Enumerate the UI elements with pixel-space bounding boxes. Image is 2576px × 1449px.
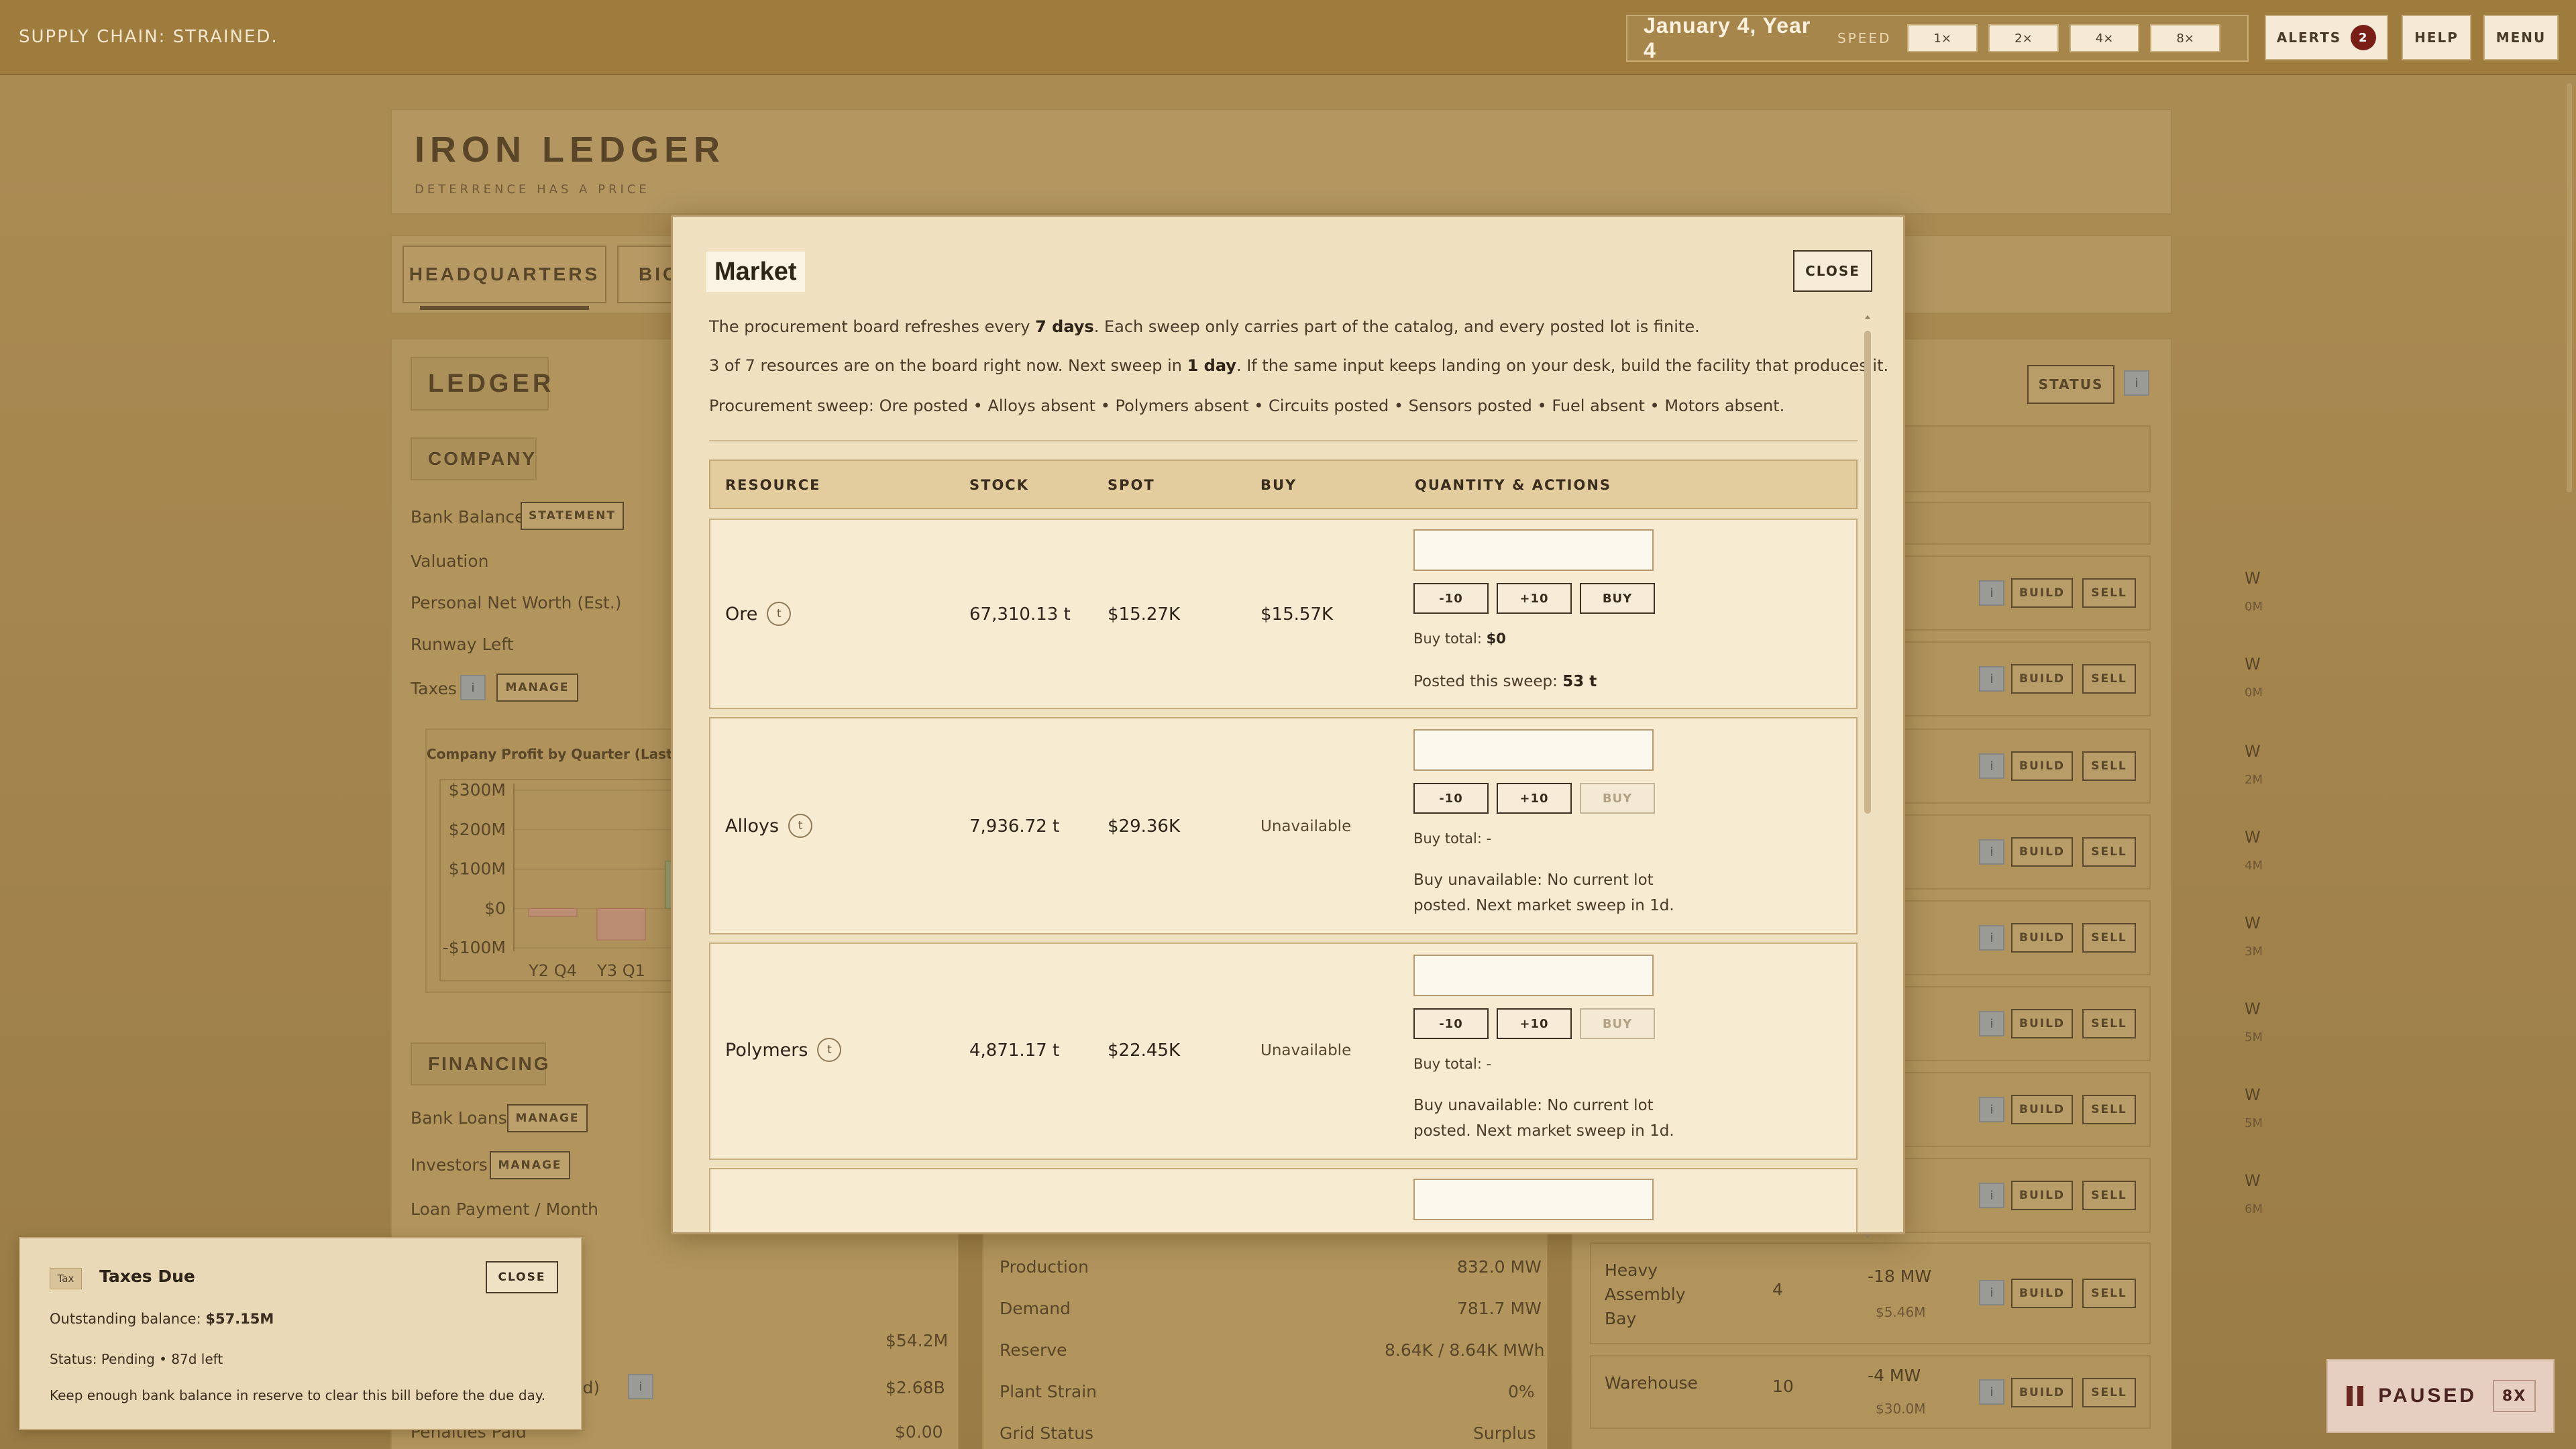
speed-label: SPEED bbox=[1837, 30, 1892, 46]
buy-unavailable-reason-line-1: Buy unavailable: No current lot bbox=[1413, 871, 1654, 889]
market-intro-line-1: The procurement board refreshes every 7 … bbox=[709, 317, 1700, 336]
col-stock: STOCK bbox=[969, 477, 1029, 493]
market-divider bbox=[709, 440, 1858, 441]
col-resource: RESOURCE bbox=[725, 477, 821, 493]
buy-button[interactable]: BUY bbox=[1580, 583, 1655, 614]
market-intro-line-2: 3 of 7 resources are on the board right … bbox=[709, 356, 1889, 375]
quantity-input[interactable] bbox=[1413, 529, 1654, 571]
resource-stock: 7,936.72 t bbox=[969, 816, 1060, 837]
speed-8x-button[interactable]: 8× bbox=[2150, 24, 2220, 52]
market-row-polymers: Polymers t 4,871.17 t $22.45K Unavailable… bbox=[709, 943, 1858, 1160]
resource-buy-price: Unavailable bbox=[1260, 1042, 1352, 1059]
notification-close-button[interactable]: CLOSE bbox=[486, 1261, 558, 1293]
market-table-header: RESOURCE STOCK SPOT BUY QUANTITY & ACTIO… bbox=[709, 460, 1858, 509]
page-scroll-thumb[interactable] bbox=[2567, 83, 2572, 492]
procurement-sweep-summary: Procurement sweep: Ore posted • Alloys a… bbox=[709, 396, 1785, 415]
quantity-input[interactable] bbox=[1413, 955, 1654, 996]
market-row-alloys: Alloys t 7,936.72 t $29.36K Unavailable -… bbox=[709, 717, 1858, 934]
quantity-input[interactable] bbox=[1413, 729, 1654, 771]
paused-speed-badge: 8X bbox=[2493, 1380, 2536, 1412]
alerts-label: ALERTS bbox=[2276, 30, 2342, 46]
tax-status: Status: Pending • 87d left bbox=[50, 1351, 223, 1367]
market-modal: Market CLOSE The procurement board refre… bbox=[671, 215, 1905, 1238]
col-buy: BUY bbox=[1260, 477, 1297, 493]
minus-10-button[interactable]: -10 bbox=[1413, 783, 1489, 814]
buy-unavailable-reason-line-2: posted. Next market sweep in 1d. bbox=[1413, 1122, 1674, 1140]
speed-4x-button[interactable]: 4× bbox=[2069, 24, 2140, 52]
resource-stock: 4,871.17 t bbox=[969, 1040, 1060, 1061]
paused-indicator[interactable]: PAUSED 8X bbox=[2326, 1359, 2555, 1433]
resource-spot: $29.36K bbox=[1108, 816, 1181, 837]
market-close-button[interactable]: CLOSE bbox=[1793, 250, 1872, 292]
scroll-down-arrow-icon[interactable] bbox=[1863, 1232, 1872, 1242]
market-row-partial bbox=[709, 1168, 1858, 1232]
col-quantity-actions: QUANTITY & ACTIONS bbox=[1415, 477, 1612, 493]
quantity-input[interactable] bbox=[1413, 1179, 1654, 1220]
resource-spot: $22.45K bbox=[1108, 1040, 1181, 1061]
date-speed-panel: January 4, Year 4 SPEED 1× 2× 4× 8× bbox=[1626, 13, 2249, 62]
resource-buy-price: $15.57K bbox=[1260, 604, 1334, 625]
game-date: January 4, Year 4 bbox=[1644, 13, 1811, 62]
market-scroll-thumb[interactable] bbox=[1864, 331, 1871, 814]
notification-tag: Tax bbox=[50, 1268, 82, 1289]
buy-unavailable-reason-line-1: Buy unavailable: No current lot bbox=[1413, 1097, 1654, 1114]
notification-title: Taxes Due bbox=[99, 1267, 195, 1286]
buy-total: Buy total: $0 bbox=[1413, 631, 1506, 647]
plus-10-button[interactable]: +10 bbox=[1497, 583, 1572, 614]
buy-unavailable-reason-line-2: posted. Next market sweep in 1d. bbox=[1413, 897, 1674, 914]
buy-total: Buy total: - bbox=[1413, 830, 1492, 847]
outstanding-balance: Outstanding balance: $57.15M bbox=[50, 1311, 274, 1327]
alerts-button[interactable]: ALERTS 2 bbox=[2265, 15, 2388, 60]
alerts-count-badge: 2 bbox=[2351, 25, 2377, 50]
speed-1x-button[interactable]: 1× bbox=[1907, 24, 1978, 52]
col-spot: SPOT bbox=[1108, 477, 1155, 493]
plus-10-button[interactable]: +10 bbox=[1497, 1008, 1572, 1039]
help-button[interactable]: HELP bbox=[2402, 15, 2471, 60]
buy-button-disabled[interactable]: BUY bbox=[1580, 783, 1655, 814]
resource-buy-price: Unavailable bbox=[1260, 818, 1352, 835]
resource-name: Ore t bbox=[725, 602, 792, 626]
paused-label: PAUSED bbox=[2378, 1385, 2477, 1407]
resource-info-icon[interactable]: t bbox=[767, 602, 792, 626]
posted-this-sweep: Posted this sweep: 53 t bbox=[1413, 673, 1597, 690]
supply-chain-status: SUPPLY CHAIN: STRAINED. bbox=[19, 27, 278, 47]
resource-name: Alloys t bbox=[725, 814, 813, 838]
taxes-due-notification: Tax Taxes Due CLOSE Outstanding balance:… bbox=[19, 1237, 582, 1430]
resource-name: Polymers t bbox=[725, 1038, 842, 1062]
buy-total: Buy total: - bbox=[1413, 1056, 1492, 1072]
resource-stock: 67,310.13 t bbox=[969, 604, 1071, 625]
market-row-ore: Ore t 67,310.13 t $15.27K $15.57K -10 +10… bbox=[709, 519, 1858, 709]
tax-advice: Keep enough bank balance in reserve to c… bbox=[50, 1387, 546, 1403]
resource-info-icon[interactable]: t bbox=[788, 814, 813, 838]
resource-spot: $15.27K bbox=[1108, 604, 1181, 625]
plus-10-button[interactable]: +10 bbox=[1497, 783, 1572, 814]
minus-10-button[interactable]: -10 bbox=[1413, 583, 1489, 614]
pause-icon bbox=[2347, 1386, 2363, 1406]
speed-2x-button[interactable]: 2× bbox=[1988, 24, 2059, 52]
market-title: Market bbox=[706, 252, 805, 292]
resource-info-icon[interactable]: t bbox=[817, 1038, 842, 1062]
scroll-up-arrow-icon[interactable] bbox=[1863, 312, 1872, 321]
menu-button[interactable]: MENU bbox=[2483, 15, 2559, 60]
buy-button-disabled[interactable]: BUY bbox=[1580, 1008, 1655, 1039]
minus-10-button[interactable]: -10 bbox=[1413, 1008, 1489, 1039]
